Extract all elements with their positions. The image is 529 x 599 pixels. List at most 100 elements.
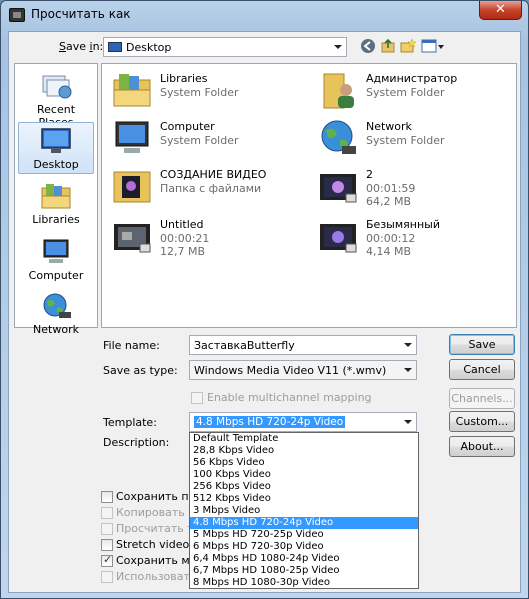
template-option[interactable]: Default Template: [190, 433, 418, 445]
save-type-dropdown[interactable]: Windows Media Video V11 (*.wmv): [189, 360, 417, 380]
chevron-down-icon[interactable]: [400, 413, 416, 431]
folder-icon: [112, 166, 152, 206]
file-name: Libraries: [160, 72, 208, 85]
view-menu-icon[interactable]: [421, 38, 445, 56]
chevron-down-icon[interactable]: [330, 38, 346, 56]
file-name: Network: [366, 120, 412, 133]
file-type: System Folder: [160, 134, 239, 147]
video-file-icon: [112, 216, 152, 256]
file-type: Папка с файлами: [160, 182, 262, 195]
template-option[interactable]: 56 Kbps Video: [190, 457, 418, 469]
file-type: System Folder: [160, 86, 239, 99]
template-option[interactable]: 5 Mbps HD 720-25p Video: [190, 529, 418, 541]
chevron-down-icon[interactable]: [400, 336, 416, 354]
template-label: Template:: [103, 416, 157, 429]
file-name: Untitled: [160, 218, 204, 231]
place-label: Libraries: [32, 213, 80, 226]
template-option[interactable]: 6 Mbps HD 720-30p Video: [190, 541, 418, 553]
save-in-label: Save in:: [59, 40, 104, 53]
option-checkbox-0[interactable]: [101, 491, 113, 503]
file-name: Администратор: [366, 72, 458, 85]
save-in-value: Desktop: [126, 41, 172, 54]
libraries-icon: [112, 70, 152, 110]
desktop-icon: [39, 127, 73, 155]
template-dropdown-list: Default Template 28,8 Kbps Video 56 Kbps…: [189, 432, 419, 589]
file-item-administrator[interactable]: Администратор System Folder: [314, 68, 514, 114]
template-option[interactable]: 28,8 Kbps Video: [190, 445, 418, 457]
places-bar: Recent Places Desktop Libraries Computer: [14, 63, 98, 336]
option-checkbox-3[interactable]: [101, 539, 113, 551]
description-label: Description:: [103, 436, 170, 449]
close-button[interactable]: ✕: [479, 1, 522, 20]
file-type: System Folder: [366, 134, 445, 147]
video-file-icon: [318, 216, 358, 256]
about-button[interactable]: About...: [449, 436, 515, 457]
up-folder-icon[interactable]: [379, 38, 397, 56]
file-item-untitled[interactable]: Untitled 00:00:21 12,7 MB: [108, 214, 308, 260]
dialog-client: Save in: Desktop Recent P: [8, 31, 521, 593]
file-list: Libraries System Folder Администратор Sy…: [101, 63, 517, 328]
template-option[interactable]: 100 Kbps Video: [190, 469, 418, 481]
user-folder-icon: [318, 70, 358, 110]
file-size: 64,2 MB: [366, 195, 412, 208]
file-type: System Folder: [366, 86, 445, 99]
place-libraries[interactable]: Libraries: [18, 178, 94, 230]
file-size: 4,14 MB: [366, 245, 412, 258]
place-label: Computer: [28, 269, 84, 282]
window-title: Просчитать как: [31, 7, 131, 21]
new-folder-icon[interactable]: [399, 38, 417, 56]
template-option[interactable]: 6,4 Mbps HD 1080-24p Video: [190, 553, 418, 565]
network-icon: [318, 118, 358, 158]
multichannel-label: Enable multichannel mapping: [207, 391, 372, 404]
recent-places-icon: [39, 72, 73, 100]
option-checkbox-4[interactable]: [101, 553, 113, 567]
chevron-down-icon[interactable]: [400, 361, 416, 379]
template-option[interactable]: 3 Mbps Video: [190, 505, 418, 517]
option-checkbox-1[interactable]: [101, 507, 113, 519]
file-duration: 00:00:21: [160, 232, 210, 245]
place-label: Network: [33, 323, 79, 336]
multichannel-checkbox[interactable]: [191, 392, 203, 404]
file-item-unnamed[interactable]: Безымянный 00:00:12 4,14 MB: [314, 214, 514, 260]
file-item-network[interactable]: Network System Folder: [314, 116, 514, 162]
file-duration: 00:01:59: [366, 182, 416, 195]
channels-button[interactable]: Channels...: [449, 388, 515, 409]
place-network[interactable]: Network: [18, 288, 94, 340]
title-bar[interactable]: Просчитать как ✕: [1, 1, 528, 31]
filename-input[interactable]: ЗаставкаButterfly: [189, 335, 417, 355]
place-computer[interactable]: Computer: [18, 234, 94, 286]
template-option[interactable]: 6,7 Mbps HD 1080-25p Video: [190, 565, 418, 577]
file-item-computer[interactable]: Computer System Folder: [108, 116, 308, 162]
option-checkbox-5[interactable]: [101, 571, 113, 583]
desktop-icon: [108, 42, 122, 52]
file-name: Безымянный: [366, 218, 440, 231]
template-option[interactable]: 256 Kbps Video: [190, 481, 418, 493]
file-item-libraries[interactable]: Libraries System Folder: [108, 68, 308, 114]
place-recent-places[interactable]: Recent Places: [18, 68, 94, 129]
save-in-dropdown[interactable]: Desktop: [103, 37, 347, 57]
filename-value: ЗаставкаButterfly: [194, 339, 295, 352]
template-option[interactable]: 512 Kbps Video: [190, 493, 418, 505]
save-as-dialog: Просчитать как ✕ Save in: Desktop Recent…: [0, 0, 529, 599]
back-icon[interactable]: [359, 38, 377, 56]
save-type-label: Save as type:: [103, 364, 178, 377]
file-name: 2: [366, 168, 373, 181]
template-option[interactable]: 8 Mbps HD 1080-30p Video: [190, 577, 418, 588]
computer-icon: [39, 238, 73, 266]
option-checkbox-2[interactable]: [101, 523, 113, 535]
custom-button[interactable]: Custom...: [449, 411, 515, 432]
template-option-selected[interactable]: 4.8 Mbps HD 720-24p Video: [190, 517, 418, 529]
save-button[interactable]: Save: [449, 334, 515, 355]
file-name: Computer: [160, 120, 215, 133]
app-icon: [9, 8, 25, 22]
file-item-2[interactable]: 2 00:01:59 64,2 MB: [314, 164, 514, 210]
file-duration: 00:00:12: [366, 232, 416, 245]
template-value: 4.8 Mbps HD 720-24p Video: [194, 416, 346, 428]
file-item-video-folder[interactable]: СОЗДАНИЕ ВИДЕО Папка с файлами: [108, 164, 308, 210]
file-size: 12,7 MB: [160, 245, 206, 258]
cancel-button[interactable]: Cancel: [449, 359, 515, 380]
place-desktop[interactable]: Desktop: [18, 122, 94, 174]
save-type-value: Windows Media Video V11 (*.wmv): [194, 364, 387, 377]
template-dropdown[interactable]: 4.8 Mbps HD 720-24p Video: [189, 412, 417, 432]
network-icon: [39, 292, 73, 320]
